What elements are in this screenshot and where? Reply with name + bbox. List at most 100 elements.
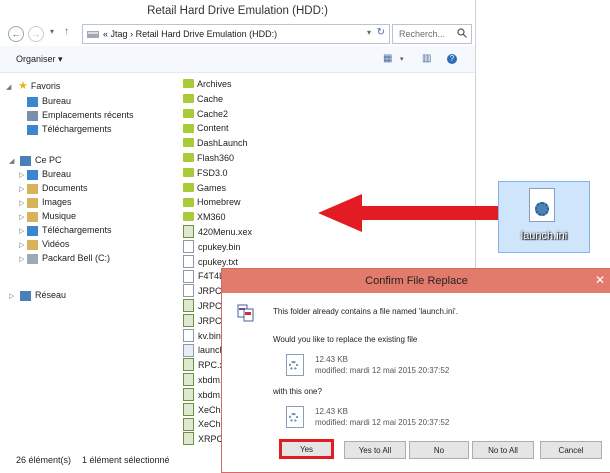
file-item[interactable]: launch [183, 343, 225, 357]
yes-to-all-button[interactable]: Yes to All [344, 441, 406, 459]
back-button[interactable]: ← [8, 26, 24, 42]
dialog-with-this: with this one? [273, 387, 322, 396]
documents-icon [27, 183, 38, 194]
nav-label: Favoris [30, 81, 61, 91]
search-icon[interactable] [457, 28, 467, 38]
nav-pc-downloads[interactable]: Téléchargements [27, 224, 112, 237]
expand-arrow-icon[interactable]: ▷ [19, 199, 24, 207]
yes-button[interactable]: Yes [279, 439, 334, 459]
file-item[interactable]: xbdm. [183, 373, 223, 387]
breadcrumb-jtag[interactable]: Jtag [111, 29, 128, 39]
folder-item[interactable]: Cache [183, 92, 223, 106]
address-bar[interactable]: « Jtag › Retail Hard Drive Emulation (HD… [82, 24, 390, 44]
folder-item[interactable]: FSD3.0 [183, 166, 228, 180]
nav-pc-bureau[interactable]: Bureau [27, 168, 71, 181]
dragged-file-launch-ini[interactable]: launch.ini [498, 181, 590, 253]
folder-item[interactable]: Homebrew [183, 195, 241, 209]
nav-pc-images[interactable]: Images [27, 196, 72, 209]
nav-this-pc[interactable]: Ce PC [20, 154, 62, 167]
file-icon [183, 328, 194, 342]
nav-label: Documents [42, 183, 88, 193]
close-icon[interactable]: ✕ [595, 273, 605, 287]
nav-label: Emplacements récents [42, 110, 134, 120]
desktop-icon [27, 169, 38, 180]
search-input[interactable]: Recherch... [392, 24, 472, 44]
file-name: cpukey.txt [198, 256, 238, 267]
folder-item[interactable]: Games [183, 181, 226, 195]
nav-pc-documents[interactable]: Documents [27, 182, 88, 195]
incoming-file-modified: modified: mardi 12 mai 2015 20:37:52 [315, 418, 450, 427]
confirm-replace-dialog: Confirm File Replace ✕ This folder alrea… [221, 268, 610, 473]
file-item[interactable]: xbdm. [183, 387, 223, 402]
downloads-icon [27, 124, 38, 135]
cancel-button[interactable]: Cancel [540, 441, 602, 459]
expand-arrow-icon[interactable]: ▷ [19, 213, 24, 221]
file-name: Cache2 [197, 108, 229, 119]
nav-label: Bureau [42, 96, 72, 106]
nav-pc-music[interactable]: Musique [27, 210, 76, 223]
expand-arrow-icon[interactable]: ▷ [19, 171, 24, 179]
folder-item[interactable]: XM360 [183, 210, 226, 224]
file-item[interactable]: XeChe [183, 417, 226, 431]
folder-item[interactable]: Archives [183, 77, 232, 91]
command-bar: Organiser ▾ ▦ ▾ ▥ ? [0, 46, 475, 73]
view-dropdown-icon[interactable]: ▾ [400, 55, 404, 63]
folder-item[interactable]: Flash360 [183, 151, 234, 165]
collapse-arrow-icon[interactable]: ◢ [9, 157, 14, 165]
file-item[interactable]: cpukey.bin [183, 239, 240, 254]
up-arrow-icon[interactable]: ↑ [64, 26, 69, 37]
breadcrumb-hdd[interactable]: Retail Hard Drive Emulation (HDD:) [136, 29, 278, 39]
breadcrumb-prefix: « [103, 29, 109, 39]
nav-label: Images [42, 197, 72, 207]
expand-arrow-icon[interactable]: ▷ [19, 241, 24, 249]
file-name: Archives [197, 79, 232, 89]
expand-arrow-icon[interactable]: ▷ [19, 255, 24, 263]
gear-icon [535, 202, 549, 216]
file-item[interactable]: JRPC.i [183, 284, 226, 298]
refresh-icon[interactable]: ↻ [377, 27, 385, 38]
expand-arrow-icon[interactable]: ▷ [19, 227, 24, 235]
file-item[interactable]: XeChe [183, 402, 226, 417]
expand-arrow-icon[interactable]: ▷ [19, 185, 24, 193]
nav-pc-videos[interactable]: Vidéos [27, 238, 69, 251]
recent-dropdown-icon[interactable]: ▾ [50, 27, 54, 36]
file-name: kv.bin [198, 330, 221, 341]
file-item[interactable]: F4T4L [183, 269, 224, 283]
file-name: DashLaunch [197, 138, 248, 149]
nav-network[interactable]: Réseau [20, 289, 66, 302]
expand-arrow-icon[interactable]: ▷ [9, 292, 14, 300]
organise-button[interactable]: Organiser ▾ [16, 54, 63, 65]
help-icon[interactable]: ? [447, 54, 457, 64]
executable-file-icon [183, 387, 194, 401]
no-button[interactable]: No [409, 441, 469, 459]
folder-item[interactable]: DashLaunch [183, 136, 248, 150]
forward-button[interactable]: → [28, 26, 44, 42]
file-item[interactable]: XRPC. [183, 432, 226, 446]
file-item[interactable]: kv.bin [183, 328, 221, 343]
file-item[interactable]: 420Menu.xex [183, 225, 252, 239]
file-item[interactable]: cpukey.txt [183, 254, 238, 269]
view-options-icon[interactable]: ▦ [383, 53, 392, 64]
no-to-all-button[interactable]: No to All [472, 441, 534, 459]
nav-fav-recent[interactable]: Emplacements récents [27, 109, 134, 122]
nav-label: Ce PC [35, 155, 62, 165]
file-name: Flash360 [197, 153, 235, 163]
folder-icon [183, 167, 194, 177]
nav-pc-drive-c[interactable]: Packard Bell (C:) [27, 252, 110, 265]
file-item[interactable]: JRPC2 [183, 313, 227, 328]
folder-item[interactable]: Cache2 [183, 107, 228, 121]
nav-favorites[interactable]: ★ Favoris [18, 80, 60, 93]
collapse-arrow-icon[interactable]: ◢ [6, 83, 11, 91]
nav-fav-downloads[interactable]: Téléchargements [27, 123, 112, 136]
executable-file-icon [183, 402, 194, 416]
folder-icon [183, 182, 194, 192]
address-dropdown-icon[interactable]: ▾ [367, 28, 371, 37]
executable-file-icon [183, 417, 194, 431]
folder-item[interactable]: Content [183, 121, 229, 135]
navigation-pane: ◢ ★ Favoris Bureau Emplacements récents T… [0, 73, 175, 445]
existing-file-modified: modified: mardi 12 mai 2015 20:37:52 [315, 366, 450, 375]
config-file-icon [183, 343, 194, 357]
nav-fav-bureau[interactable]: Bureau [27, 95, 71, 108]
preview-pane-icon[interactable]: ▥ [422, 53, 431, 64]
file-name: XM360 [197, 212, 226, 223]
